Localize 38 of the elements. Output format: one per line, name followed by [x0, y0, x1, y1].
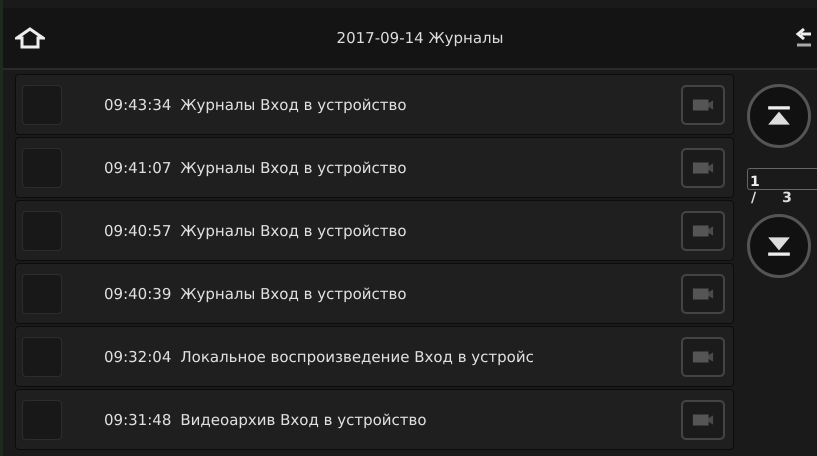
page-separator: / [751, 190, 756, 206]
video-button[interactable] [681, 210, 725, 250]
log-row[interactable]: 09:31:48 Видеоархив Вход в устройство [15, 389, 734, 450]
video-camera-icon [692, 350, 714, 364]
video-button[interactable] [681, 274, 725, 314]
log-time: 09:43:34 [104, 96, 172, 114]
log-event: Журналы Вход в устройство [180, 284, 408, 302]
video-camera-icon [692, 412, 714, 426]
video-button[interactable] [681, 336, 725, 376]
log-time: 09:32:04 [104, 348, 172, 366]
log-row[interactable]: 09:41:07 Журналы Вход в устройство [15, 137, 734, 198]
video-camera-icon [692, 224, 714, 238]
log-event: Видеоархив Вход в устройство [180, 410, 428, 428]
log-time: 09:40:57 [104, 222, 172, 240]
log-event: Локальное воспроизведение Вход в устройс [180, 348, 535, 366]
log-time: 09:40:39 [104, 284, 172, 302]
log-row[interactable]: 09:43:34 Журналы Вход в устройство [15, 74, 734, 135]
log-time: 09:31:48 [104, 410, 172, 428]
video-camera-icon [692, 286, 714, 300]
back-arrow-icon[interactable] [795, 27, 811, 49]
screen-title: 2017-09-14 Журналы [336, 29, 504, 47]
log-row[interactable]: 09:40:57 Журналы Вход в устройство [15, 200, 734, 261]
video-camera-icon [692, 160, 714, 174]
skip-to-bottom-icon [766, 235, 792, 257]
home-icon[interactable] [15, 27, 45, 49]
video-camera-icon [692, 98, 714, 112]
log-row[interactable]: 09:32:04 Локальное воспроизведение Вход в устройс [15, 326, 734, 387]
skip-to-top-icon [766, 105, 792, 127]
log-event: Журналы Вход в устройство [180, 158, 408, 176]
log-row[interactable]: 09:40:39 Журналы Вход в устройство [15, 263, 734, 324]
video-button[interactable] [681, 400, 725, 440]
page-field[interactable]: 1 [747, 168, 817, 190]
page-total: 3 [782, 190, 792, 206]
video-button[interactable] [681, 148, 725, 188]
log-event: Журналы Вход в устройство [180, 96, 408, 114]
log-event: Журналы Вход в устройство [180, 222, 408, 240]
log-time: 09:41:07 [104, 158, 172, 176]
video-button[interactable] [681, 84, 725, 124]
